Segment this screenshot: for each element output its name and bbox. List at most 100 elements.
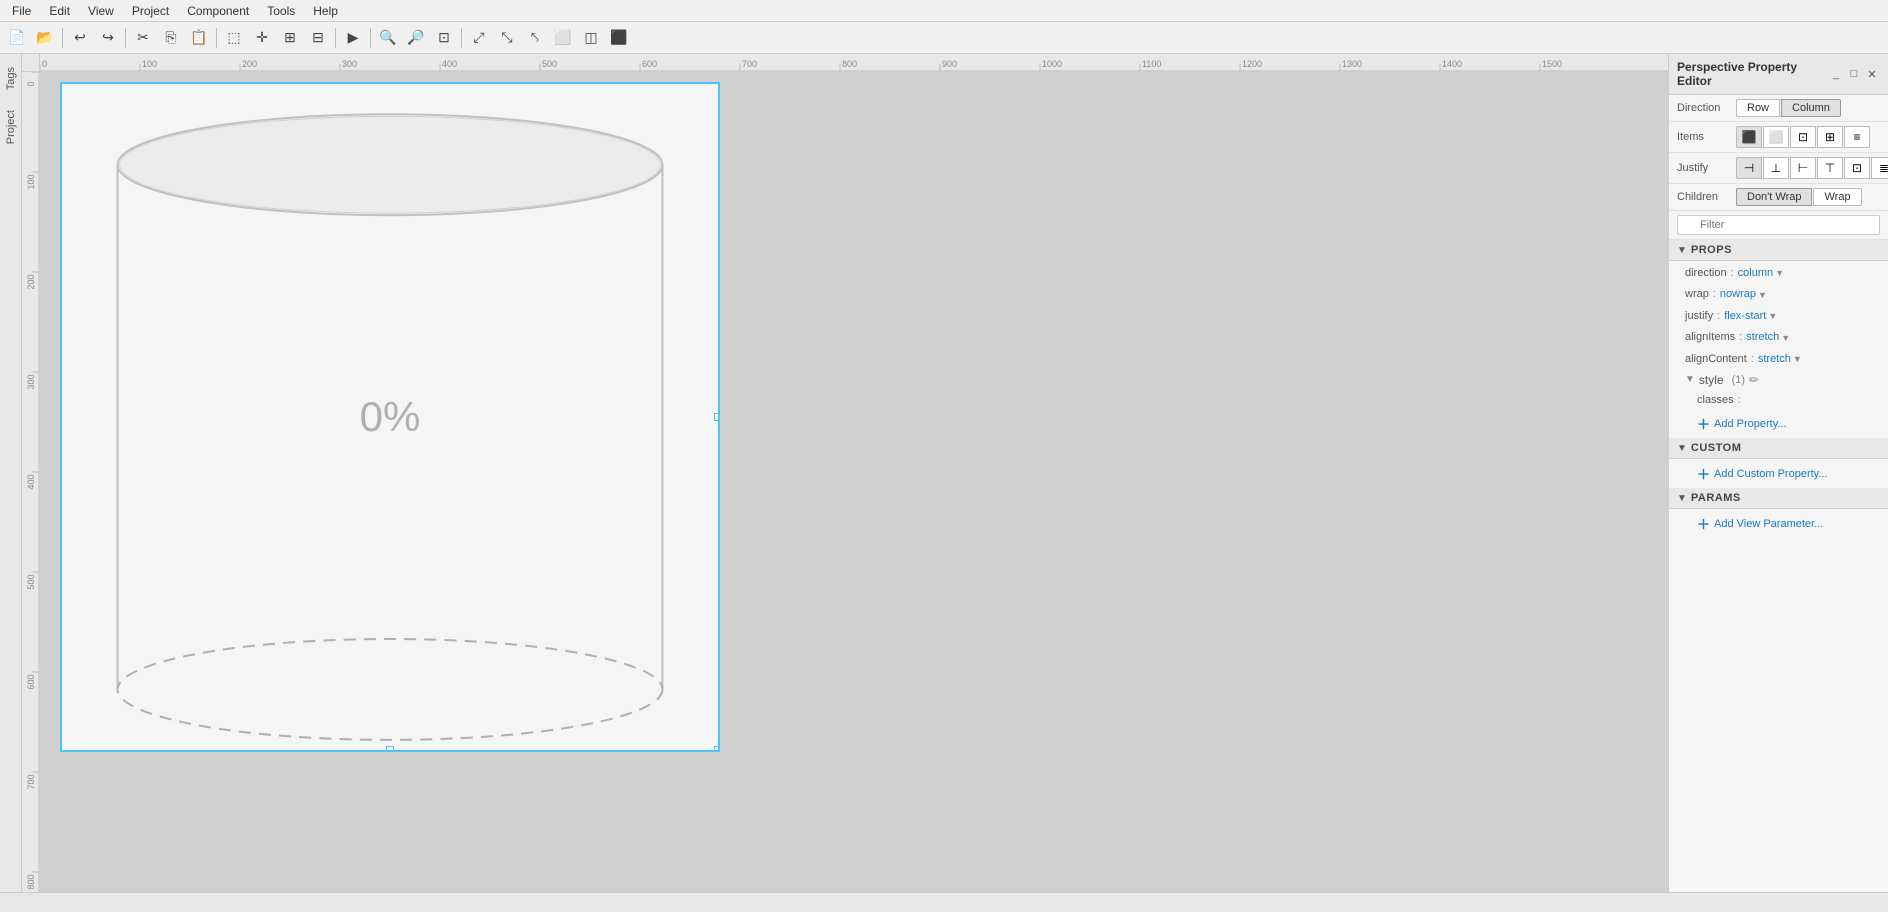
- params-section-header[interactable]: ▼ PARAMS: [1669, 488, 1888, 509]
- add-property-row[interactable]: ＋ Add Property...: [1669, 411, 1888, 436]
- prop-classes: classes :: [1669, 390, 1888, 411]
- menu-tools[interactable]: Tools: [259, 2, 303, 20]
- justify-btn-5[interactable]: ⊡: [1844, 157, 1870, 179]
- sidebar-tab-project[interactable]: Project: [1, 101, 21, 153]
- toolbar-sep-1: [62, 28, 63, 48]
- params-section-title: PARAMS: [1691, 492, 1741, 504]
- style-edit-icon[interactable]: ✏: [1749, 373, 1759, 387]
- children-nowrap-btn[interactable]: Don't Wrap: [1736, 188, 1812, 206]
- add-custom-property-row[interactable]: ＋ Add Custom Property...: [1669, 461, 1888, 486]
- items-btn-group: ⬛ ⬜ ⊡ ⊞ ≡: [1736, 126, 1870, 148]
- prop-direction: direction : column ▼: [1669, 263, 1888, 284]
- panel-scroll[interactable]: ▼ PROPS direction : column ▼ wrap : nowr…: [1669, 240, 1888, 892]
- items-btn-4[interactable]: ⊞: [1817, 126, 1843, 148]
- props-section-title: PROPS: [1691, 244, 1732, 256]
- paste-button[interactable]: 📋: [186, 25, 212, 51]
- prop-direction-arrow[interactable]: ▼: [1775, 267, 1784, 280]
- handle-right-center[interactable]: [714, 413, 720, 421]
- tool-f[interactable]: ⬛: [606, 25, 632, 51]
- copy-button[interactable]: ⎘: [158, 25, 184, 51]
- filter-wrapper: 🔍: [1677, 215, 1880, 235]
- justify-btn-2[interactable]: ⊥: [1763, 157, 1789, 179]
- style-expand-icon[interactable]: ▼: [1685, 374, 1695, 385]
- svg-text:600: 600: [26, 674, 36, 689]
- open-button[interactable]: 📂: [32, 25, 58, 51]
- layout-tool-1[interactable]: ⊞: [277, 25, 303, 51]
- tool-b[interactable]: ⤡: [494, 25, 520, 51]
- prop-alignitems-value: stretch: [1746, 330, 1779, 345]
- items-btn-1[interactable]: ⬛: [1736, 126, 1762, 148]
- redo-button[interactable]: ↪: [95, 25, 121, 51]
- move-tool[interactable]: ✛: [249, 25, 275, 51]
- new-button[interactable]: 📄: [4, 25, 30, 51]
- svg-text:0: 0: [26, 81, 36, 86]
- tool-a[interactable]: ⤢: [466, 25, 492, 51]
- panel-minimize-btn[interactable]: _: [1828, 66, 1844, 82]
- zoom-out-button[interactable]: 🔎: [403, 25, 429, 51]
- direction-row-btn[interactable]: Row: [1736, 99, 1780, 117]
- prop-wrap-arrow[interactable]: ▼: [1758, 289, 1767, 302]
- prop-alignitems-arrow[interactable]: ▼: [1781, 332, 1790, 345]
- layout-tool-2[interactable]: ⊟: [305, 25, 331, 51]
- zoom-fit-button[interactable]: ⊡: [431, 25, 457, 51]
- justify-btn-1[interactable]: ⊣: [1736, 157, 1762, 179]
- toolbar: 📄 📂 ↩ ↪ ✂ ⎘ 📋 ⬚ ✛ ⊞ ⊟ ▶ 🔍 🔎 ⊡ ⤢ ⤡ ⤣ ⬜ ◫ …: [0, 22, 1888, 54]
- filter-input[interactable]: [1677, 215, 1880, 235]
- undo-button[interactable]: ↩: [67, 25, 93, 51]
- menu-file[interactable]: File: [4, 2, 39, 20]
- direction-label: Direction: [1677, 102, 1732, 114]
- children-btn-group: Don't Wrap Wrap: [1736, 188, 1862, 206]
- handle-bottom-right[interactable]: [714, 746, 720, 752]
- items-btn-2[interactable]: ⬜: [1763, 126, 1789, 148]
- children-label: Children: [1677, 191, 1732, 203]
- ruler-top-svg: 0 100 200 300 400 500 600 700 80: [40, 54, 1668, 71]
- add-param-row[interactable]: ＋ Add View Parameter...: [1669, 511, 1888, 536]
- direction-column-btn[interactable]: Column: [1781, 99, 1841, 117]
- menu-project[interactable]: Project: [124, 2, 177, 20]
- justify-btn-6[interactable]: ≣: [1871, 157, 1888, 179]
- prop-aligncontent-value: stretch: [1758, 352, 1791, 367]
- canvas-component[interactable]: 0%: [60, 82, 720, 752]
- prop-aligncontent: alignContent : stretch ▼: [1669, 349, 1888, 370]
- canvas-wrapper: 0 100 200 300 400 500 600 700 80: [22, 54, 1668, 892]
- svg-text:500: 500: [26, 574, 36, 589]
- menu-view[interactable]: View: [80, 2, 122, 20]
- justify-btn-group: ⊣ ⊥ ⊢ ⊤ ⊡ ≣: [1736, 157, 1888, 179]
- canvas-area[interactable]: 0%: [40, 72, 1668, 892]
- items-btn-5[interactable]: ≡: [1844, 126, 1870, 148]
- panel-close-btn[interactable]: ✕: [1864, 66, 1880, 82]
- canvas-body: 0 100 200 300 400 500 600 700 80: [22, 72, 1668, 892]
- handle-bottom-center[interactable]: [386, 746, 394, 752]
- menu-edit[interactable]: Edit: [41, 2, 78, 20]
- tool-d[interactable]: ⬜: [550, 25, 576, 51]
- ruler-left-svg: 0 100 200 300 400 500 600 700 80: [22, 72, 40, 892]
- props-section-header[interactable]: ▼ PROPS: [1669, 240, 1888, 261]
- sidebar-tab-tags[interactable]: Tags: [1, 58, 21, 99]
- ruler-left: 0 100 200 300 400 500 600 700 80: [22, 72, 40, 892]
- menu-help[interactable]: Help: [305, 2, 346, 20]
- params-toggle-icon: ▼: [1677, 493, 1687, 504]
- panel-restore-btn[interactable]: □: [1846, 66, 1862, 82]
- svg-text:1200: 1200: [1242, 59, 1262, 69]
- prop-alignitems: alignItems : stretch ▼: [1669, 327, 1888, 348]
- cut-button[interactable]: ✂: [130, 25, 156, 51]
- tool-e[interactable]: ◫: [578, 25, 604, 51]
- svg-text:800: 800: [842, 59, 857, 69]
- svg-text:300: 300: [26, 374, 36, 389]
- zoom-in-button[interactable]: 🔍: [375, 25, 401, 51]
- tool-c[interactable]: ⤣: [522, 25, 548, 51]
- items-btn-3[interactable]: ⊡: [1790, 126, 1816, 148]
- prop-aligncontent-arrow[interactable]: ▼: [1793, 353, 1802, 366]
- panel-title: Perspective Property Editor: [1677, 60, 1828, 88]
- right-panel: Perspective Property Editor _ □ ✕ Direct…: [1668, 54, 1888, 892]
- svg-text:400: 400: [442, 59, 457, 69]
- select-tool[interactable]: ⬚: [221, 25, 247, 51]
- custom-section-header[interactable]: ▼ CUSTOM: [1669, 438, 1888, 459]
- menu-component[interactable]: Component: [179, 2, 257, 20]
- justify-btn-4[interactable]: ⊤: [1817, 157, 1843, 179]
- play-button[interactable]: ▶: [340, 25, 366, 51]
- justify-btn-3[interactable]: ⊢: [1790, 157, 1816, 179]
- prop-justify-arrow[interactable]: ▼: [1768, 310, 1777, 323]
- children-wrap-btn[interactable]: Wrap: [1813, 188, 1861, 206]
- prop-wrap: wrap : nowrap ▼: [1669, 284, 1888, 305]
